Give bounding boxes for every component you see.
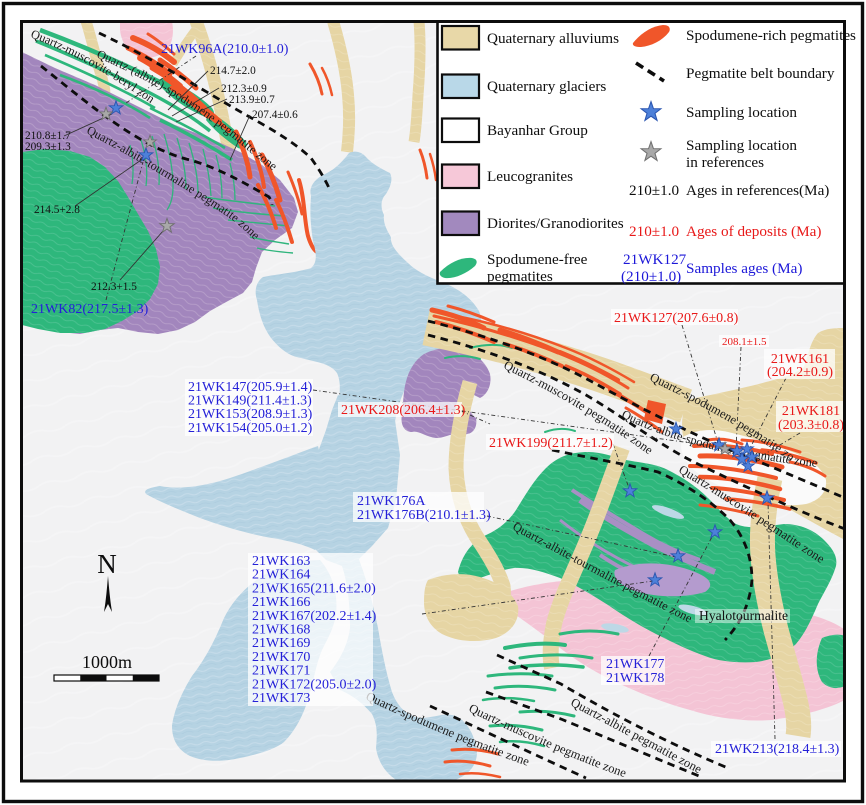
svg-text:in references: in references xyxy=(686,154,764,171)
svg-text:Bayanhar Group: Bayanhar Group xyxy=(487,122,588,139)
svg-text:21WK208(206.4±1.3): 21WK208(206.4±1.3) xyxy=(341,403,466,418)
svg-text:(204.2±0.9): (204.2±0.9) xyxy=(767,365,833,380)
svg-text:21WK176A: 21WK176A xyxy=(357,494,426,509)
svg-text:Leucogranites: Leucogranites xyxy=(487,168,573,185)
svg-text:207.4±0.6: 207.4±0.6 xyxy=(252,109,298,121)
svg-text:214.7±2.0: 214.7±2.0 xyxy=(210,65,256,77)
svg-text:pegmatites: pegmatites xyxy=(487,268,553,285)
svg-text:21WK213(218.4±1.3): 21WK213(218.4±1.3) xyxy=(715,742,840,757)
svg-text:21WK173: 21WK173 xyxy=(252,691,310,706)
svg-text:21WK127(207.6±0.8): 21WK127(207.6±0.8) xyxy=(614,311,739,326)
svg-text:Diorites/Granodiorites: Diorites/Granodiorites xyxy=(487,215,624,232)
svg-text:210±1.0: 210±1.0 xyxy=(629,223,680,240)
svg-text:(210±1.0): (210±1.0) xyxy=(621,268,681,285)
svg-text:209.3±1.3: 209.3±1.3 xyxy=(25,141,71,153)
svg-text:214.5+2.8: 214.5+2.8 xyxy=(34,204,80,216)
svg-text:21WK96A(210.0±1.0): 21WK96A(210.0±1.0) xyxy=(161,42,289,57)
svg-text:21WK154(205.0±1.2): 21WK154(205.0±1.2) xyxy=(188,421,313,436)
svg-text:Ages of deposits (Ma): Ages of deposits (Ma) xyxy=(686,223,821,240)
svg-text:210±1.0: 210±1.0 xyxy=(629,182,680,199)
svg-text:Quaternary alluviums: Quaternary alluviums xyxy=(487,30,619,47)
svg-text:Pegmatite belt boundary: Pegmatite belt boundary xyxy=(686,65,835,82)
svg-text:21WK127: 21WK127 xyxy=(623,251,687,268)
svg-text:Spodumene-free: Spodumene-free xyxy=(487,251,588,268)
svg-text:212.3+1.5: 212.3+1.5 xyxy=(91,281,137,293)
svg-text:N: N xyxy=(97,549,117,579)
svg-text:Quaternary glaciers: Quaternary glaciers xyxy=(487,78,606,95)
svg-text:21WK199(211.7±1.2): 21WK199(211.7±1.2) xyxy=(489,436,613,451)
svg-text:208.1±1.5: 208.1±1.5 xyxy=(722,336,767,348)
svg-text:Spodumene-rich pegmatites: Spodumene-rich pegmatites xyxy=(686,27,856,44)
svg-text:(203.3±0.8): (203.3±0.8) xyxy=(778,418,844,433)
svg-text:Hyalotourmalite: Hyalotourmalite xyxy=(699,608,788,623)
svg-text:1000m: 1000m xyxy=(82,652,132,672)
svg-text:21WK176B(210.1±1.3): 21WK176B(210.1±1.3) xyxy=(357,508,491,523)
svg-text:213.9±0.7: 213.9±0.7 xyxy=(229,94,275,106)
svg-text:21WK181: 21WK181 xyxy=(782,404,840,419)
svg-text:Samples ages (Ma): Samples ages (Ma) xyxy=(686,260,802,277)
svg-text:21WK178: 21WK178 xyxy=(606,671,664,686)
svg-text:Sampling location: Sampling location xyxy=(686,137,797,154)
svg-text:Ages in references(Ma): Ages in references(Ma) xyxy=(686,182,829,199)
svg-text:21WK82(217.5±1.3): 21WK82(217.5±1.3) xyxy=(31,302,149,317)
svg-text:Sampling location: Sampling location xyxy=(686,104,797,121)
svg-text:21WK177: 21WK177 xyxy=(606,657,664,672)
